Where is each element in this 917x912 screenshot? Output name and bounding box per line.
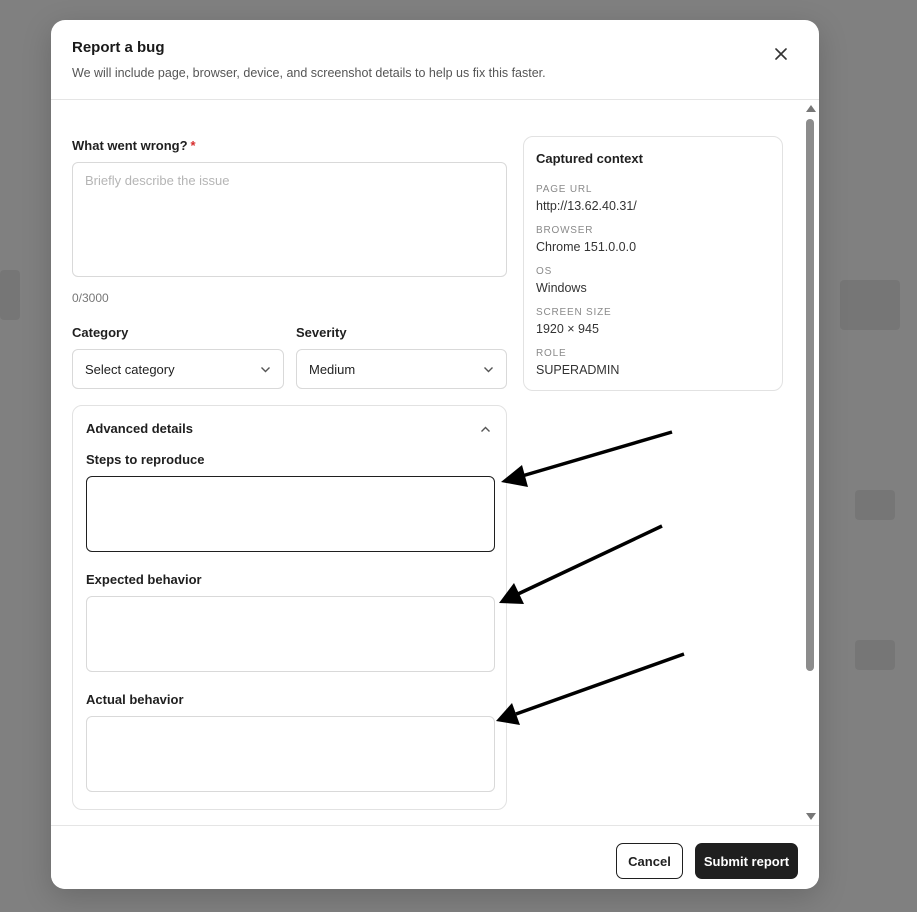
- required-marker: *: [190, 138, 196, 153]
- advanced-details-panel: Advanced details Steps to reproduce Expe…: [72, 405, 507, 810]
- context-key-screen-size: SCREEN SIZE: [536, 307, 612, 318]
- submit-report-button[interactable]: Submit report: [695, 843, 798, 879]
- context-value-browser: Chrome 151.0.0.0: [536, 240, 637, 254]
- context-value-os: Windows: [536, 281, 587, 295]
- dialog-subtitle: We will include page, browser, device, a…: [72, 66, 546, 80]
- dialog-footer: Cancel Submit report: [51, 825, 819, 889]
- severity-value: Medium: [309, 361, 356, 377]
- category-value: Select category: [85, 361, 175, 377]
- context-key-browser: BROWSER: [536, 225, 594, 236]
- collapse-advanced-button[interactable]: [476, 420, 496, 440]
- chevron-up-icon: [481, 426, 490, 432]
- character-count: 0/3000: [72, 291, 109, 305]
- description-placeholder: Briefly describe the issue: [85, 173, 230, 188]
- captured-context-panel: Captured context PAGE URL http://13.62.4…: [523, 136, 783, 391]
- category-select[interactable]: Select category: [72, 349, 284, 389]
- severity-select[interactable]: Medium: [296, 349, 507, 389]
- close-button[interactable]: [769, 42, 793, 66]
- cancel-button[interactable]: Cancel: [616, 843, 683, 879]
- severity-label: Severity: [296, 325, 347, 340]
- description-label-text: What went wrong?: [72, 138, 188, 153]
- context-value-screen-size: 1920 × 945: [536, 322, 599, 336]
- advanced-details-title: Advanced details: [86, 421, 193, 436]
- dialog-header: Report a bug We will include page, brows…: [51, 20, 819, 100]
- description-textarea[interactable]: Briefly describe the issue: [72, 162, 507, 277]
- dialog-title: Report a bug: [72, 39, 165, 56]
- context-key-os: OS: [536, 266, 553, 277]
- expected-label: Expected behavior: [86, 572, 202, 587]
- actual-textarea[interactable]: [86, 716, 495, 792]
- context-key-page-url: PAGE URL: [536, 184, 593, 195]
- expected-textarea[interactable]: [86, 596, 495, 672]
- scroll-up-arrow-icon[interactable]: [806, 105, 816, 112]
- chevron-down-icon: [261, 367, 270, 373]
- background-element: [0, 270, 20, 320]
- context-value-role: SUPERADMIN: [536, 363, 620, 377]
- steps-label: Steps to reproduce: [86, 452, 205, 467]
- category-label: Category: [72, 325, 129, 340]
- description-label: What went wrong? *: [72, 138, 196, 153]
- close-icon: [775, 48, 787, 60]
- scrollbar-thumb[interactable]: [806, 119, 814, 671]
- background-element: [840, 280, 900, 330]
- actual-label: Actual behavior: [86, 692, 184, 707]
- context-value-page-url: http://13.62.40.31/: [536, 199, 637, 213]
- background-element: [855, 640, 895, 670]
- dialog-scrollbar[interactable]: [803, 100, 817, 825]
- background-element: [855, 490, 895, 520]
- steps-textarea[interactable]: [86, 476, 495, 552]
- captured-context-title: Captured context: [536, 151, 643, 166]
- context-key-role: ROLE: [536, 348, 567, 359]
- chevron-down-icon: [484, 367, 493, 373]
- scroll-down-arrow-icon[interactable]: [806, 813, 816, 820]
- report-bug-dialog: Report a bug We will include page, brows…: [51, 20, 819, 889]
- dialog-body: What went wrong? * Briefly describe the i…: [51, 100, 819, 825]
